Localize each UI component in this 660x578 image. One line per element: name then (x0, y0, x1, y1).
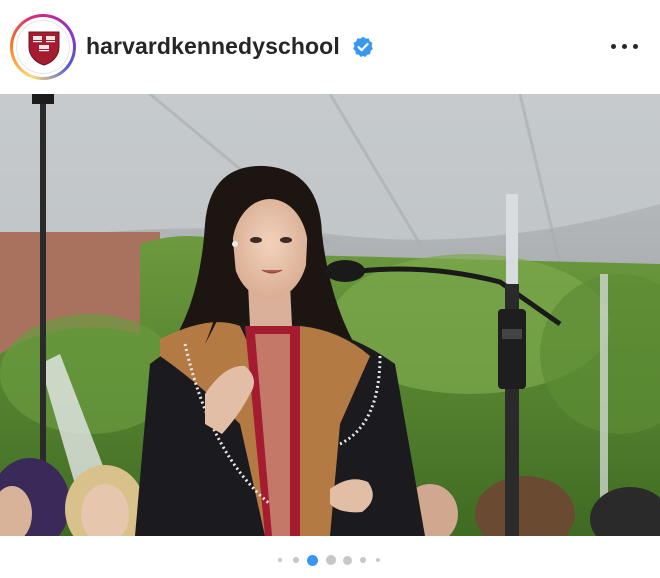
harvard-shield-icon (28, 31, 60, 66)
carousel-dot (293, 557, 299, 563)
post-header: harvardkennedyschool (0, 0, 660, 94)
carousel-indicator (0, 550, 660, 570)
carousel-dot-active (307, 555, 318, 566)
post-photo[interactable] (0, 94, 660, 536)
more-options-icon[interactable] (608, 34, 642, 58)
carousel-dot (360, 557, 366, 563)
carousel-dot (376, 558, 380, 562)
avatar[interactable] (16, 20, 70, 74)
carousel-dot (278, 558, 282, 562)
verified-badge-icon (353, 36, 373, 57)
story-ring[interactable] (10, 14, 76, 80)
username[interactable]: harvardkennedyschool (86, 33, 340, 60)
carousel-dot (326, 555, 336, 565)
speaker-photo (0, 94, 660, 536)
carousel-dot (343, 556, 352, 565)
